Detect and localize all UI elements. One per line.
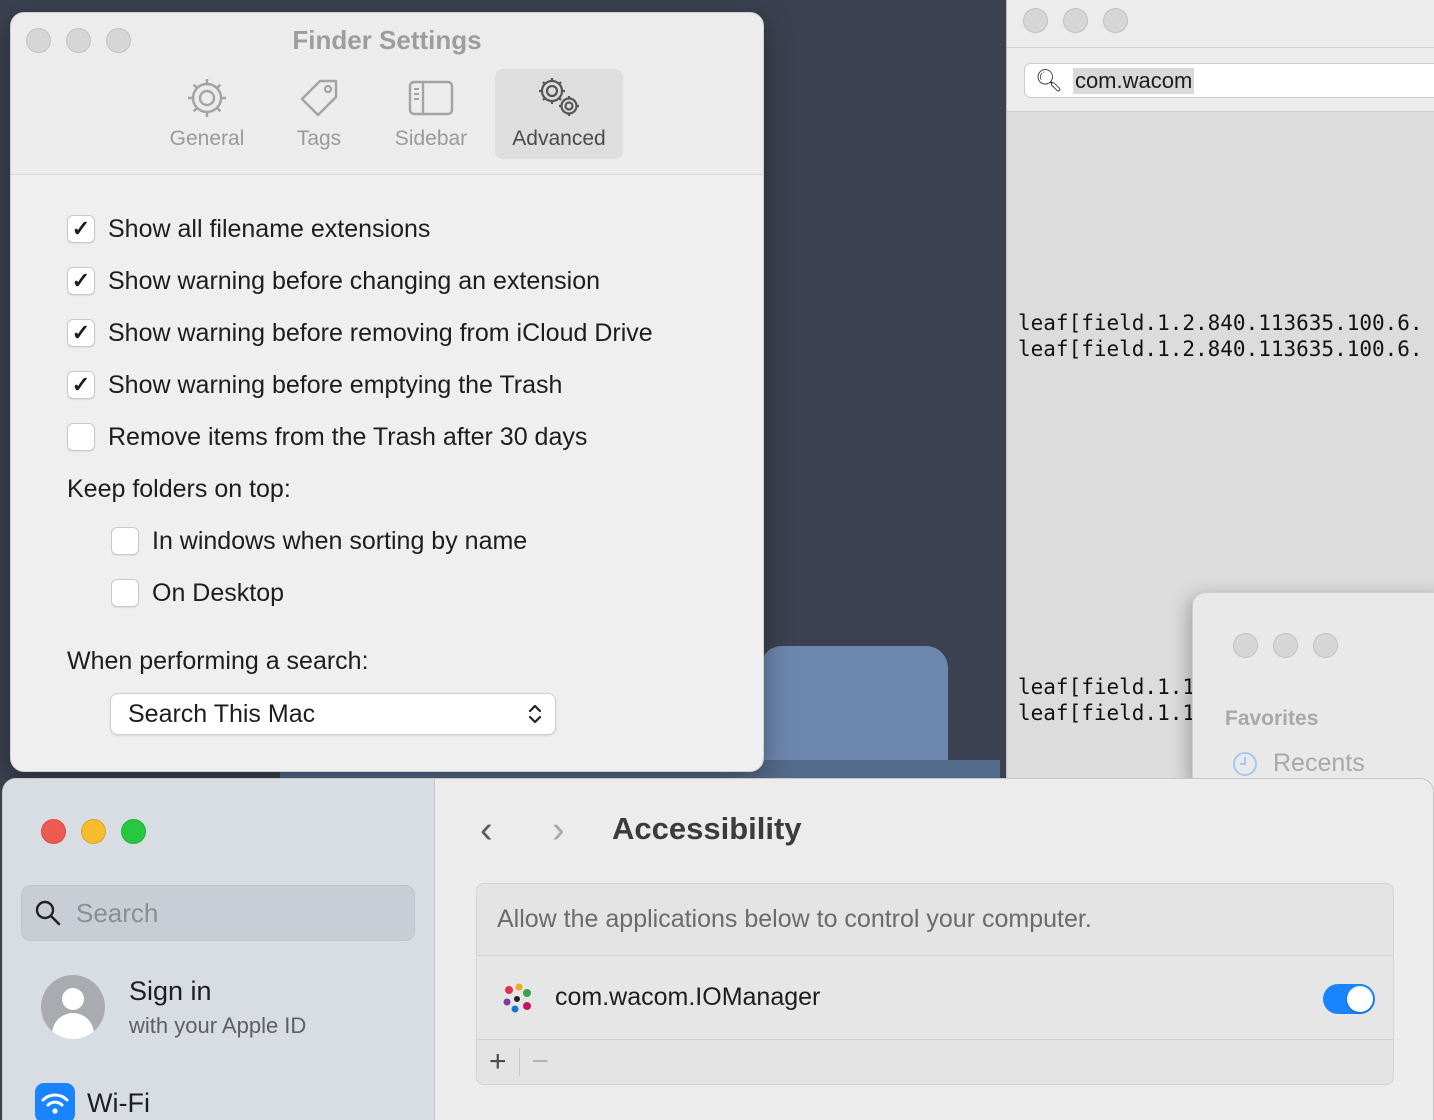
- search-icon: 🔍︎: [1035, 67, 1063, 93]
- option-remove-trash-30-days[interactable]: Remove items from the Trash after 30 day…: [67, 411, 743, 463]
- panel-description: Allow the applications below to control …: [477, 884, 1393, 956]
- terminal-find-bar: 🔍︎ com.wacom: [1007, 48, 1434, 112]
- remove-button[interactable]: −: [532, 1045, 550, 1079]
- zoom-button[interactable]: [1103, 8, 1128, 33]
- option-label: In windows when sorting by name: [152, 526, 528, 555]
- search-scope-label: When performing a search:: [67, 646, 369, 675]
- sidebar-item-recents[interactable]: Recents: [1231, 749, 1365, 778]
- option-label: On Desktop: [152, 578, 285, 607]
- app-row[interactable]: com.wacom.IOManager: [477, 956, 1393, 1040]
- settings-sidebar: Search Sign in with your Apple ID Wi-Fi: [3, 779, 435, 1120]
- sidebar-item-label: Wi-Fi: [87, 1087, 150, 1118]
- panel-footer: + −: [477, 1040, 1393, 1084]
- finder-window: Favorites Recents: [1192, 592, 1434, 792]
- option-label: Show all filename extensions: [108, 214, 431, 243]
- checkbox[interactable]: ✓: [67, 371, 95, 399]
- search-scope-value: Search This Mac: [128, 699, 316, 728]
- forward-button[interactable]: ›: [552, 809, 565, 852]
- chevron-updown-icon: [528, 704, 542, 724]
- page-title: Accessibility: [612, 811, 802, 846]
- close-button[interactable]: [1023, 8, 1048, 33]
- checkbox[interactable]: ✓: [67, 215, 95, 243]
- option-folders-top-windows[interactable]: In windows when sorting by name: [67, 515, 743, 567]
- option-label: Show warning before removing from iCloud…: [108, 318, 653, 347]
- checkbox[interactable]: [111, 579, 139, 607]
- checkbox[interactable]: [67, 423, 95, 451]
- finder-settings-window: Finder Settings General Tags Sidebar Adv…: [10, 12, 764, 772]
- search-icon: [35, 900, 61, 926]
- option-label: Show warning before emptying the Trash: [108, 370, 563, 399]
- apple-id-signin[interactable]: Sign in with your Apple ID: [41, 975, 306, 1039]
- terminal-output-bottom: leaf[field.1.1 leaf[field.1.1: [1018, 674, 1195, 726]
- wifi-icon: [35, 1083, 75, 1120]
- minimize-button[interactable]: [1063, 8, 1088, 33]
- system-settings-window: Search Sign in with your Apple ID Wi-Fi …: [2, 778, 1434, 1120]
- close-button[interactable]: [1233, 633, 1258, 658]
- back-button[interactable]: ‹: [480, 809, 493, 852]
- terminal-line: leaf[field.1.2.840.113635.100.6.: [1018, 311, 1423, 335]
- wacom-app-icon: [503, 983, 531, 1012]
- search-placeholder: Search: [76, 897, 159, 928]
- close-button[interactable]: [41, 819, 66, 844]
- terminal-line: leaf[field.1.1: [1018, 701, 1196, 725]
- terminal-output-top: leaf[field.1.2.840.113635.100.6. leaf[fie…: [1018, 310, 1423, 362]
- minimize-button[interactable]: [1273, 633, 1298, 658]
- sidebar-item-label: Recents: [1273, 749, 1365, 777]
- option-warn-empty-trash[interactable]: ✓ Show warning before emptying the Trash: [67, 359, 743, 411]
- checkbox[interactable]: ✓: [67, 319, 95, 347]
- minimize-button[interactable]: [81, 819, 106, 844]
- option-label: Show warning before changing an extensio…: [108, 266, 601, 295]
- signin-subtitle: with your Apple ID: [129, 1012, 307, 1038]
- option-warn-change-extension[interactable]: ✓ Show warning before changing an extens…: [67, 255, 743, 307]
- app-access-toggle[interactable]: [1323, 984, 1375, 1014]
- terminal-line: leaf[field.1.1: [1018, 675, 1196, 699]
- find-input-text: com.wacom: [1072, 67, 1195, 94]
- clock-icon: [1233, 751, 1257, 776]
- settings-main: ‹ › Accessibility Allow the applications…: [436, 779, 1433, 1120]
- accessibility-apps-panel: Allow the applications below to control …: [476, 883, 1394, 1085]
- checkbox[interactable]: [111, 527, 139, 555]
- sidebar-item-wifi[interactable]: Wi-Fi: [35, 1083, 150, 1120]
- find-input[interactable]: 🔍︎ com.wacom: [1024, 63, 1434, 98]
- avatar: [41, 975, 105, 1039]
- terminal-titlebar: [1007, 0, 1434, 48]
- search-scope-select[interactable]: Search This Mac: [110, 693, 556, 735]
- signin-title: Sign in: [129, 975, 212, 1006]
- zoom-button[interactable]: [1313, 633, 1338, 658]
- terminal-line: leaf[field.1.2.840.113635.100.6.: [1018, 337, 1423, 361]
- search-input[interactable]: Search: [21, 885, 415, 941]
- checkbox[interactable]: ✓: [67, 267, 95, 295]
- add-button[interactable]: +: [489, 1045, 507, 1079]
- option-folders-top-desktop[interactable]: On Desktop: [67, 567, 743, 619]
- option-show-extensions[interactable]: ✓ Show all filename extensions: [67, 203, 743, 255]
- app-name: com.wacom.IOManager: [555, 983, 821, 1011]
- sidebar-section-favorites: Favorites: [1225, 707, 1319, 730]
- option-warn-icloud-remove[interactable]: ✓ Show warning before removing from iClo…: [67, 307, 743, 359]
- zoom-button[interactable]: [121, 819, 146, 844]
- option-label: Remove items from the Trash after 30 day…: [108, 422, 588, 451]
- keep-folders-label: Keep folders on top:: [67, 474, 291, 503]
